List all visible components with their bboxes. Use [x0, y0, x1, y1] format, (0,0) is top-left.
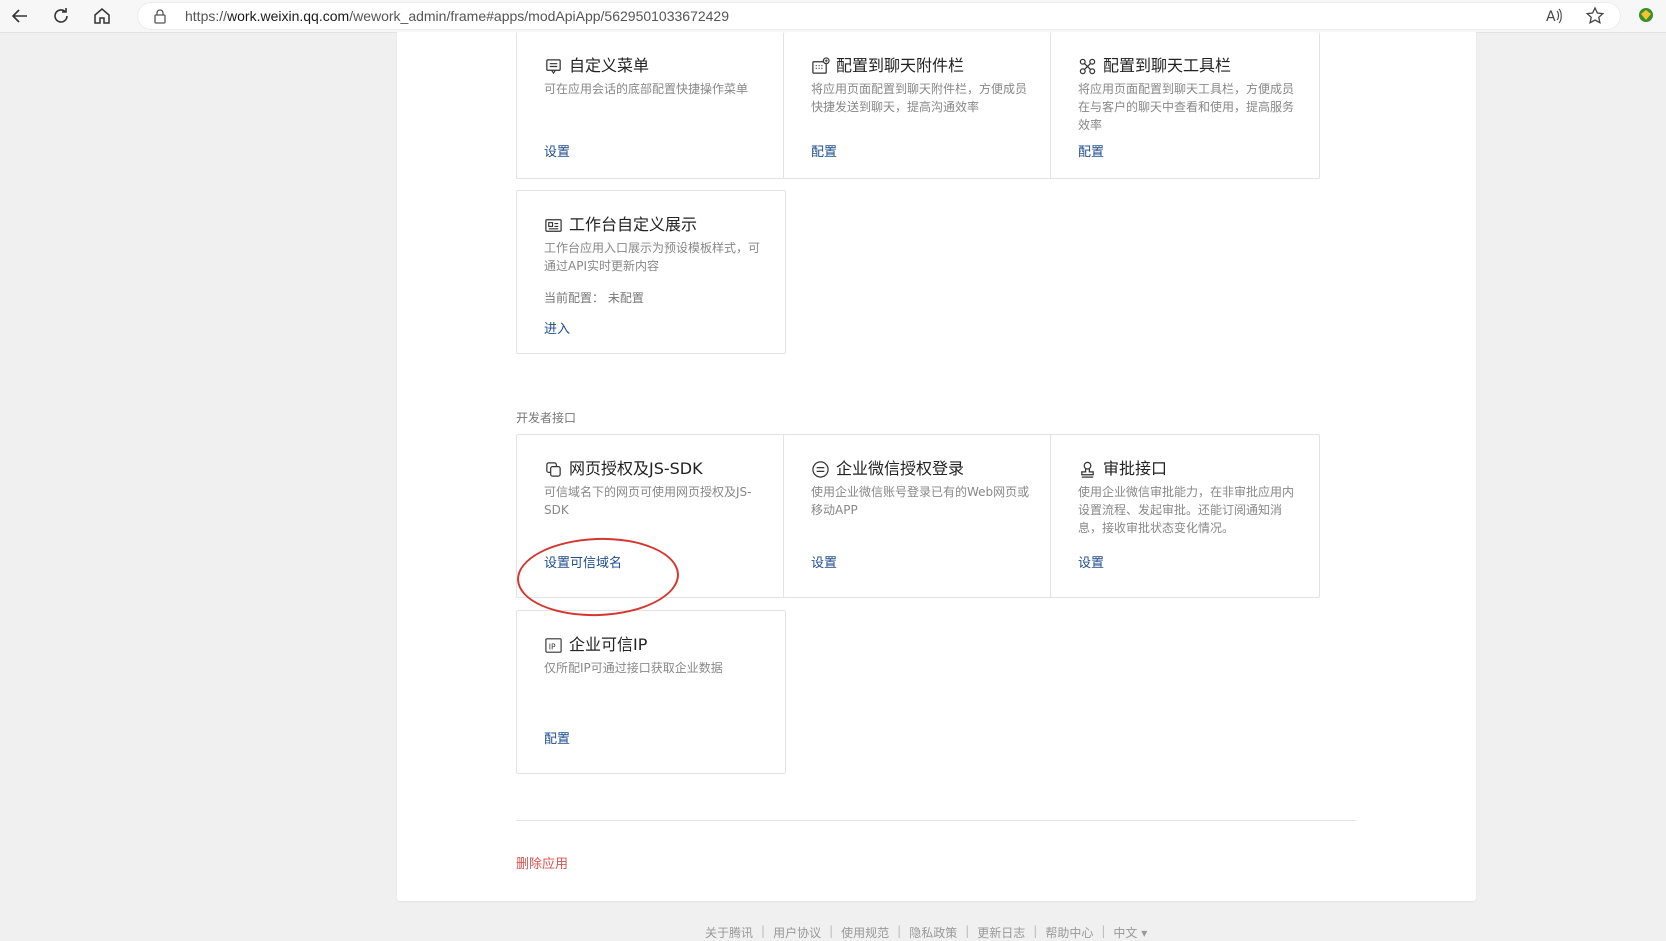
card-description: 仅所配IP可通过接口获取企业数据	[544, 661, 723, 675]
card-description: 可在应用会话的底部配置快捷操作菜单	[544, 82, 749, 96]
approval-api-settings-link[interactable]: 设置	[1078, 552, 1104, 571]
card-description: 使用企业微信审批能力，在非审批应用内设置流程、发起审批。还能订阅通知消息，接收审…	[1078, 485, 1295, 535]
language-selector[interactable]: 中文 ▾	[1113, 924, 1147, 941]
section-divider	[516, 820, 1357, 821]
footer-link-privacy[interactable]: 隐私政策	[909, 924, 957, 941]
approval-icon	[1081, 461, 1094, 478]
refresh-button[interactable]	[47, 2, 75, 30]
card-web-auth-jssdk: 网页授权及JS-SDK 可信域名下的网页可使用网页授权及JS-SDK 设置可信域…	[516, 434, 786, 598]
footer-link-user-agreement[interactable]: 用户协议	[773, 924, 821, 941]
card-chat-attachment-bar: 配置到聊天附件栏 将应用页面配置到聊天附件栏，方便成员快捷发送到聊天，提高沟通效…	[783, 32, 1053, 179]
lock-icon	[154, 9, 166, 24]
footer-link-usage-rules[interactable]: 使用规范	[841, 924, 889, 941]
card-title-text: 自定义菜单	[569, 56, 650, 75]
back-button[interactable]	[6, 2, 34, 30]
browser-toolbar: https://work.weixin.qq.com/wework_admin/…	[0, 0, 1666, 33]
card-title-text: 配置到聊天工具栏	[1103, 56, 1232, 75]
card-description: 将应用页面配置到聊天附件栏，方便成员快捷发送到聊天，提高沟通效率	[811, 82, 1028, 114]
footer-separator: |	[761, 924, 766, 938]
svg-text:IP: IP	[549, 642, 556, 651]
url-host: work.weixin.qq.com	[227, 8, 350, 24]
card-approval-api: 审批接口 使用企业微信审批能力，在非审批应用内设置流程、发起审批。还能订阅通知消…	[1050, 434, 1320, 598]
card-title-text: 工作台自定义展示	[569, 215, 698, 234]
favorite-star-icon[interactable]	[1585, 6, 1605, 26]
card-title: 配置到聊天附件栏	[811, 56, 964, 76]
card-title: 自定义菜单	[544, 56, 649, 76]
footer-separator: |	[965, 924, 970, 938]
card-title-text: 企业可信IP	[569, 635, 648, 654]
card-description: 可信域名下的网页可使用网页授权及JS-SDK	[544, 485, 752, 517]
card-trusted-ip: IP 企业可信IP 仅所配IP可通过接口获取企业数据 配置	[516, 610, 786, 774]
ip-icon: IP	[545, 637, 562, 653]
card-wecom-login: 企业微信授权登录 使用企业微信账号登录已有的Web网页或移动APP 设置	[783, 434, 1053, 598]
card-chat-toolbar: 配置到聊天工具栏 将应用页面配置到聊天工具栏，方便成员在与客户的聊天中查看和使用…	[1050, 32, 1320, 179]
card-title: 审批接口	[1078, 459, 1167, 479]
menu-icon	[546, 58, 561, 74]
footer-separator: |	[1033, 924, 1038, 938]
home-icon	[94, 8, 110, 24]
page-footer: 关于腾讯 | 用户协议 | 使用规范 | 隐私政策 | 更新日志 | 帮助中心 | 中文 ▾	[705, 924, 1147, 941]
card-title-text: 配置到聊天附件栏	[836, 56, 965, 75]
card-description: 工作台应用入口展示为预设模板样式，可通过API实时更新内容	[544, 241, 761, 273]
footer-link-about[interactable]: 关于腾讯	[705, 924, 753, 941]
read-aloud-icon[interactable]: A	[1545, 7, 1563, 25]
current-config-status: 当前配置： 未配置	[544, 291, 644, 305]
card-workbench-display: 工作台自定义展示 工作台应用入口展示为预设模板样式，可通过API实时更新内容 当…	[516, 190, 786, 354]
delete-app-button[interactable]: 删除应用	[516, 853, 568, 872]
wecom-login-settings-link[interactable]: 设置	[811, 552, 837, 571]
chat-attachment-config-link[interactable]: 配置	[811, 141, 837, 160]
card-title-text: 审批接口	[1103, 459, 1168, 478]
address-bar[interactable]: https://work.weixin.qq.com/wework_admin/…	[137, 2, 1621, 30]
arrow-left-icon	[11, 9, 27, 23]
chat-toolbar-config-link[interactable]: 配置	[1078, 141, 1104, 160]
workbench-enter-link[interactable]: 进入	[544, 318, 570, 337]
extension-icon[interactable]	[1636, 5, 1656, 25]
trusted-ip-config-link[interactable]: 配置	[544, 728, 570, 747]
footer-link-changelog[interactable]: 更新日志	[977, 924, 1025, 941]
footer-separator: |	[897, 924, 902, 938]
card-title-text: 网页授权及JS-SDK	[569, 459, 703, 478]
card-title: 网页授权及JS-SDK	[544, 459, 703, 479]
svg-text:A: A	[1546, 9, 1556, 25]
card-title: 配置到聊天工具栏	[1078, 56, 1231, 76]
card-title-text: 企业微信授权登录	[836, 459, 965, 478]
footer-separator: |	[829, 924, 834, 938]
url-path: /wework_admin/frame#apps/modApiApp/56295…	[349, 8, 730, 24]
custom-menu-settings-link[interactable]: 设置	[544, 141, 570, 160]
toolbar-icon	[1079, 58, 1096, 74]
workbench-icon	[545, 218, 562, 232]
login-icon	[812, 460, 829, 478]
card-title: IP 企业可信IP	[544, 635, 647, 655]
card-custom-menu: 自定义菜单 可在应用会话的底部配置快捷操作菜单 设置	[516, 32, 786, 179]
home-button[interactable]	[88, 2, 116, 30]
card-title: 工作台自定义展示	[544, 215, 697, 235]
web-auth-icon	[546, 461, 561, 477]
set-trusted-domain-link[interactable]: 设置可信域名	[544, 552, 622, 571]
url-scheme: https://	[185, 8, 228, 24]
url-text[interactable]: https://work.weixin.qq.com/wework_admin/…	[185, 6, 729, 26]
developer-api-section-label: 开发者接口	[516, 411, 577, 425]
attachment-bar-icon	[812, 56, 830, 74]
card-description: 使用企业微信账号登录已有的Web网页或移动APP	[811, 485, 1030, 517]
card-description: 将应用页面配置到聊天工具栏，方便成员在与客户的聊天中查看和使用，提高服务效率	[1078, 82, 1295, 132]
app-settings-panel: 自定义菜单 可在应用会话的底部配置快捷操作菜单 设置 配置到聊天附件栏 将应用页…	[397, 32, 1476, 901]
refresh-icon	[54, 8, 68, 23]
footer-link-help-center[interactable]: 帮助中心	[1045, 924, 1093, 941]
card-title: 企业微信授权登录	[811, 459, 964, 479]
footer-separator: |	[1101, 924, 1106, 938]
